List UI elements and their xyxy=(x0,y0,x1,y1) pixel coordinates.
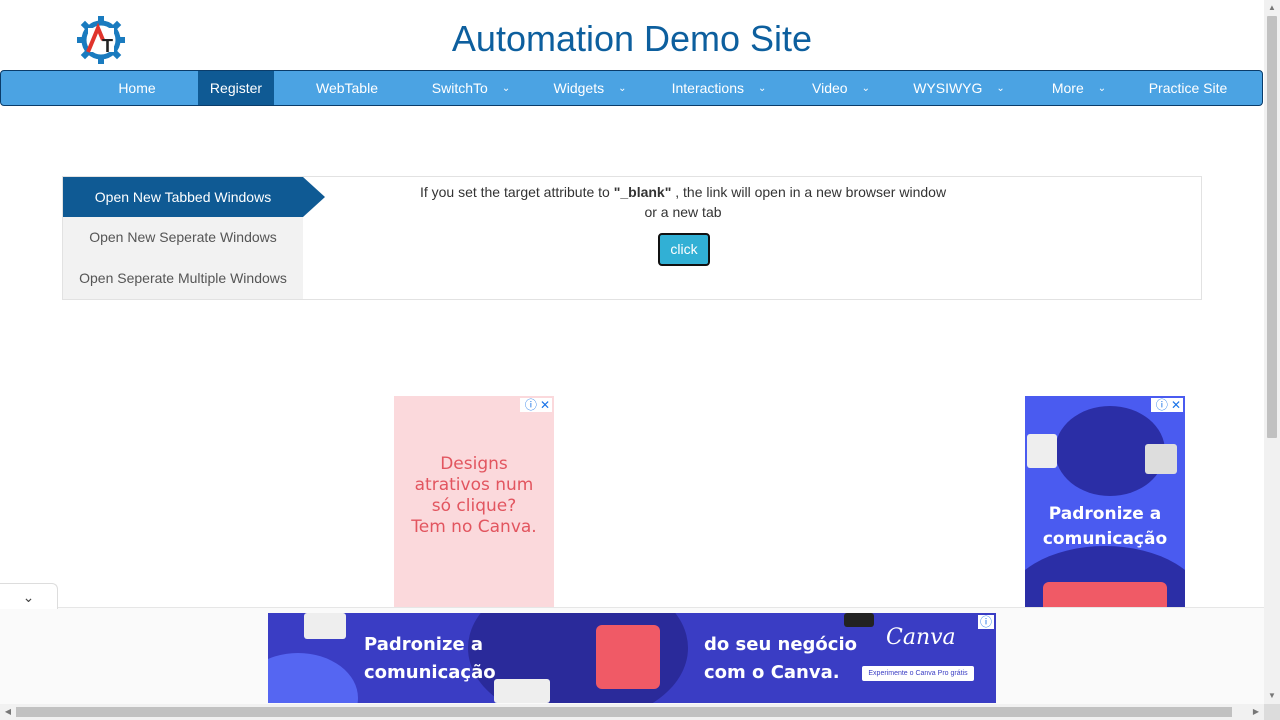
nav-more-label: More xyxy=(1051,80,1084,96)
ad-bottom-line: do seu negócio xyxy=(704,634,857,655)
tab-open-new-tabbed-windows[interactable]: Open New Tabbed Windows xyxy=(63,177,303,217)
description-line-2: or a new tab xyxy=(644,204,722,220)
nav-webtable-label: WebTable xyxy=(315,80,378,96)
ad-bottom-left-text: Padronize a comunicação xyxy=(364,631,496,687)
scroll-down-arrow-icon[interactable]: ▼ xyxy=(1264,688,1280,704)
ad-pink-line: só clique? xyxy=(431,496,517,516)
nav-wysiwyg-label: WYSIWYG xyxy=(913,80,983,96)
scroll-left-arrow-icon[interactable]: ◀ xyxy=(0,704,16,720)
description-text-end: , the link will open in a new browser wi… xyxy=(671,184,947,200)
nav-switchto-label: SwitchTo xyxy=(431,80,488,96)
info-icon[interactable]: ⓘ xyxy=(525,398,537,412)
ad-card-image xyxy=(1043,582,1167,608)
nav-wysiwyg[interactable]: WYSIWYG ⌄ xyxy=(901,71,1017,105)
ad-photo-image xyxy=(844,613,874,627)
description-text: If you set the target attribute to xyxy=(419,184,614,200)
info-icon[interactable]: ⓘ xyxy=(1156,398,1168,412)
nav-more[interactable]: More ⌄ xyxy=(1039,71,1119,105)
nav-register[interactable]: Register xyxy=(198,71,274,105)
description-bold: "_blank" xyxy=(613,184,672,200)
ad-bottom-line: com o Canva. xyxy=(704,662,840,683)
nav-home-label: Home xyxy=(118,80,156,96)
chevron-down-icon: ⌄ xyxy=(22,589,35,605)
canva-logo: Canva xyxy=(886,625,956,650)
tab-open-new-seperate-windows[interactable]: Open New Seperate Windows xyxy=(63,217,303,257)
nav-video[interactable]: Video ⌄ xyxy=(801,71,881,105)
collapse-ad-button[interactable]: ⌄ xyxy=(0,583,58,609)
ad-bottom-line: Padronize a xyxy=(364,634,484,655)
nav-switchto[interactable]: SwitchTo ⌄ xyxy=(421,71,521,105)
main-navbar: Home Register WebTable SwitchTo ⌄ Widgets… xyxy=(0,70,1263,106)
nav-widgets[interactable]: Widgets ⌄ xyxy=(543,71,637,105)
nav-interactions-label: Interactions xyxy=(671,80,744,96)
horizontal-scrollbar[interactable]: ◀ ▶ xyxy=(0,704,1264,720)
ad-banner-pink[interactable]: ⓘ ✕ Designs atrativos num só clique? Tem … xyxy=(394,396,554,608)
nav-practice-site-label: Practice Site xyxy=(1148,80,1228,96)
nav-video-label: Video xyxy=(812,80,848,96)
scrollbar-thumb[interactable] xyxy=(1267,16,1277,438)
ad-photo-image xyxy=(1145,444,1177,474)
ad-controls[interactable]: ⓘ xyxy=(977,615,994,629)
info-icon[interactable]: ⓘ xyxy=(980,615,992,629)
nav-register-label: Register xyxy=(209,80,263,96)
nav-webtable[interactable]: WebTable xyxy=(301,71,393,105)
ad-blue-line: Padronize a xyxy=(1048,504,1162,524)
chevron-down-icon: ⌄ xyxy=(501,83,511,95)
ad-controls[interactable]: ⓘ ✕ xyxy=(519,398,552,412)
chevron-down-icon: ⌄ xyxy=(618,83,627,95)
windows-panel: Open New Tabbed Windows Open New Seperat… xyxy=(62,176,1202,300)
chevron-down-icon: ⌄ xyxy=(996,83,1005,95)
scroll-up-arrow-icon[interactable]: ▲ xyxy=(1264,0,1280,16)
ad-pink-line: Tem no Canva. xyxy=(411,517,537,537)
page: T Automation Demo Site Home Register Web… xyxy=(0,0,1264,704)
ad-card-image xyxy=(596,625,660,689)
ad-phone-image xyxy=(304,613,346,639)
nav-home[interactable]: Home xyxy=(97,71,177,105)
ad-bottom-right-text: do seu negócio com o Canva. xyxy=(704,631,857,687)
tab-content: If you set the target attribute to "_bla… xyxy=(313,177,1053,222)
ad-decoration xyxy=(268,653,358,703)
ad-pink-line: atrativos num xyxy=(414,475,534,495)
ad-controls[interactable]: ⓘ ✕ xyxy=(1150,398,1183,412)
click-button[interactable]: click xyxy=(658,233,710,266)
scroll-right-arrow-icon[interactable]: ▶ xyxy=(1248,704,1264,720)
ad-pink-line: Designs xyxy=(440,454,508,474)
ad-bottom-line: comunicação xyxy=(364,662,496,683)
description-line-1: If you set the target attribute to "_bla… xyxy=(313,182,1053,202)
ad-banner-blue[interactable]: ⓘ ✕ Padronize a comunicação xyxy=(1025,396,1185,608)
ad-blue-text: Padronize a comunicação xyxy=(1025,502,1185,552)
close-icon[interactable]: ✕ xyxy=(540,398,550,412)
chevron-down-icon: ⌄ xyxy=(861,83,870,95)
scrollbar-thumb[interactable] xyxy=(16,707,1232,717)
nav-practice-site[interactable]: Practice Site xyxy=(1137,71,1239,105)
chevron-down-icon: ⌄ xyxy=(1097,83,1107,95)
ad-photo-image xyxy=(494,679,550,703)
scrollbar-corner xyxy=(1264,704,1280,720)
nav-interactions[interactable]: Interactions ⌄ xyxy=(661,71,777,105)
ad-phone-image xyxy=(1027,434,1057,468)
ad-cta-button[interactable]: Experimente o Canva Pro grátis xyxy=(862,666,974,681)
windows-tab-list: Open New Tabbed Windows Open New Seperat… xyxy=(63,177,303,299)
ad-banner-bottom[interactable]: Padronize a comunicação do seu negócio c… xyxy=(268,613,996,703)
ad-pink-text: Designs atrativos num só clique? Tem no … xyxy=(394,454,554,538)
chevron-down-icon: ⌄ xyxy=(757,83,767,95)
nav-widgets-label: Widgets xyxy=(553,80,605,96)
close-icon[interactable]: ✕ xyxy=(1171,398,1181,412)
vertical-scrollbar[interactable]: ▲ ▼ xyxy=(1264,0,1280,704)
page-title: Automation Demo Site xyxy=(451,18,813,59)
ad-blue-line: comunicação xyxy=(1042,529,1168,549)
tab-open-seperate-multiple-windows[interactable]: Open Seperate Multiple Windows xyxy=(63,258,303,298)
